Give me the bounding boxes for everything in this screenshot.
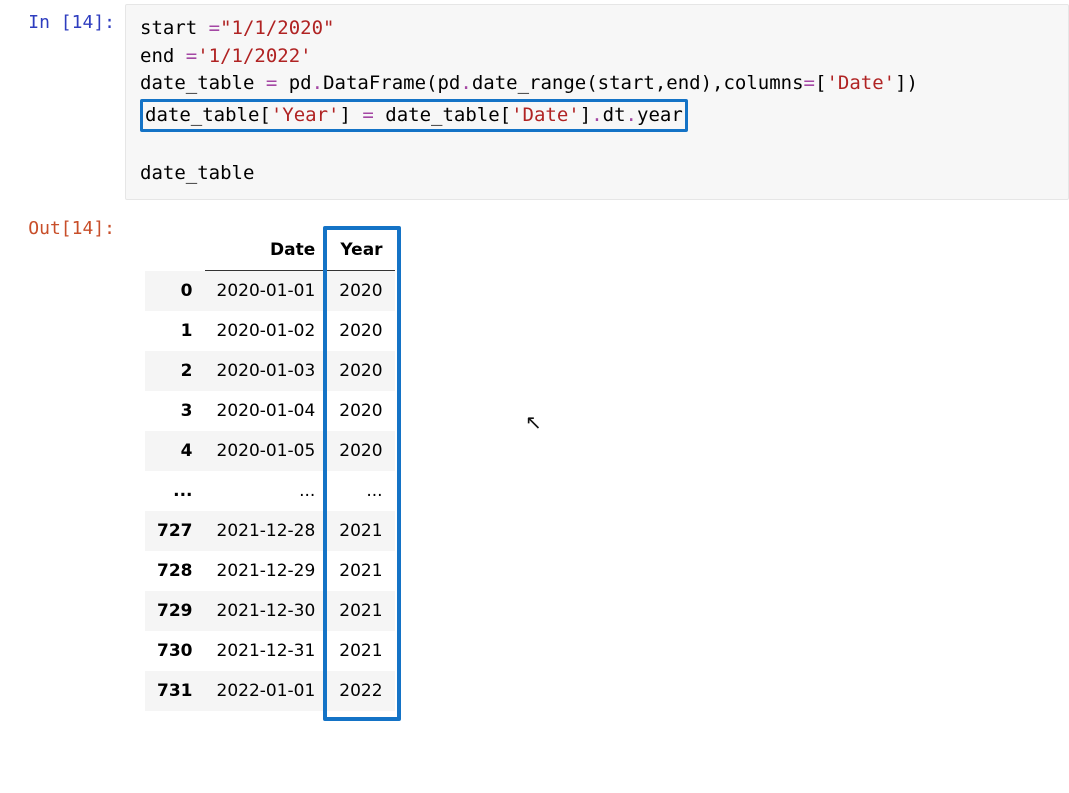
cell-year: 2021 [327, 511, 394, 551]
table-row: 7282021-12-292021 [145, 551, 395, 591]
table-row: 7302021-12-312021 [145, 631, 395, 671]
cell-date: 2021-12-30 [205, 591, 328, 631]
cell-year: 2020 [327, 271, 394, 312]
table-header-row: Date Year [145, 230, 395, 271]
row-index: 4 [145, 431, 205, 471]
cell-year: 2020 [327, 431, 394, 471]
table-row: 12020-01-022020 [145, 311, 395, 351]
table-row: 02020-01-012020 [145, 271, 395, 312]
table-row: 7312022-01-012022 [145, 671, 395, 711]
row-index: 727 [145, 511, 205, 551]
row-index: 3 [145, 391, 205, 431]
output-cell: Out[14]: Date Year 02020-01-01202012020-… [0, 206, 1069, 716]
table-row: 22020-01-032020 [145, 351, 395, 391]
cell-year: 2020 [327, 391, 394, 431]
row-index: 0 [145, 271, 205, 312]
code-line: date_table = pd.DataFrame(pd.date_range(… [140, 70, 1054, 98]
cell-date: ... [205, 471, 328, 511]
cell-year: 2021 [327, 631, 394, 671]
cell-year: 2021 [327, 591, 394, 631]
output-area: Date Year 02020-01-01202012020-01-022020… [125, 210, 395, 716]
row-index: 1 [145, 311, 205, 351]
cell-date: 2020-01-01 [205, 271, 328, 312]
col-header-year: Year [327, 230, 394, 271]
cell-year: ... [327, 471, 394, 511]
mouse-cursor-icon: ↖ [525, 410, 542, 434]
cell-year: 2021 [327, 551, 394, 591]
col-header-date: Date [205, 230, 328, 271]
code-line: start ="1/1/2020" [140, 15, 1054, 43]
cell-date: 2020-01-04 [205, 391, 328, 431]
table-row: ......... [145, 471, 395, 511]
cell-date: 2021-12-29 [205, 551, 328, 591]
cell-year: 2020 [327, 311, 394, 351]
code-line-highlighted: date_table['Year'] = date_table['Date'].… [140, 98, 1054, 133]
row-index: 731 [145, 671, 205, 711]
cell-year: 2022 [327, 671, 394, 711]
input-cell: In [14]: start ="1/1/2020" end ='1/1/202… [0, 0, 1069, 200]
table-row: 42020-01-052020 [145, 431, 395, 471]
cell-date: 2020-01-05 [205, 431, 328, 471]
code-editor[interactable]: start ="1/1/2020" end ='1/1/2022' date_t… [125, 4, 1069, 200]
row-index: 730 [145, 631, 205, 671]
row-index: 728 [145, 551, 205, 591]
input-prompt: In [14]: [0, 4, 125, 33]
table-row: 7292021-12-302021 [145, 591, 395, 631]
row-index: 2 [145, 351, 205, 391]
row-index: 729 [145, 591, 205, 631]
cell-date: 2020-01-02 [205, 311, 328, 351]
code-line: end ='1/1/2022' [140, 43, 1054, 71]
cell-date: 2021-12-28 [205, 511, 328, 551]
cell-date: 2022-01-01 [205, 671, 328, 711]
table-row: 7272021-12-282021 [145, 511, 395, 551]
cell-date: 2021-12-31 [205, 631, 328, 671]
output-prompt: Out[14]: [0, 210, 125, 239]
code-line: date_table [140, 160, 1054, 188]
cell-year: 2020 [327, 351, 394, 391]
dataframe-table: Date Year 02020-01-01202012020-01-022020… [145, 230, 395, 711]
cell-date: 2020-01-03 [205, 351, 328, 391]
row-index: ... [145, 471, 205, 511]
table-row: 32020-01-042020 [145, 391, 395, 431]
